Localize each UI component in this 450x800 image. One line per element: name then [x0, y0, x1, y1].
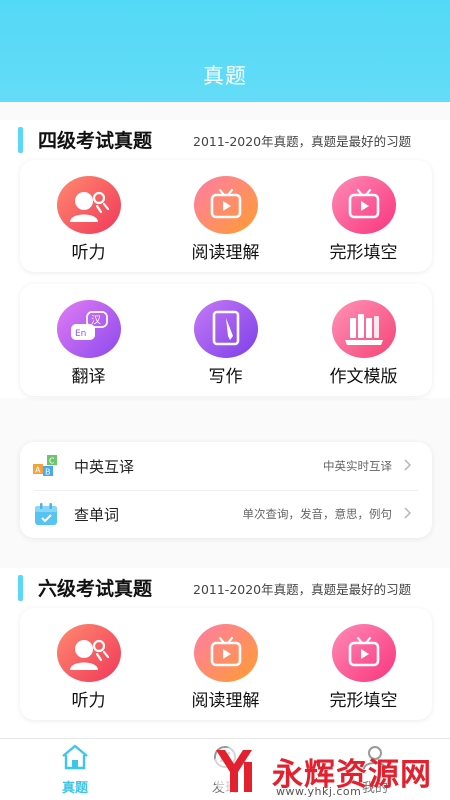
cet6-reading-tile[interactable]: 阅读理解 [157, 608, 294, 720]
tile-label: 作文模版 [329, 367, 398, 387]
cet4-section-title: 四级考试真题 [38, 130, 153, 152]
cet6-card-row1: 听力 阅读理解 完形填空 [20, 608, 432, 720]
cet6-listening-tile[interactable]: 听力 [20, 608, 157, 720]
cet4-translation-tile[interactable]: En 汉 翻译 [20, 284, 157, 396]
header-bar: 真题 [0, 0, 450, 104]
tv-play-icon [332, 624, 396, 682]
list-item-label: 中英互译 [74, 458, 135, 476]
cet4-listening-tile[interactable]: 听力 [20, 160, 157, 272]
watermark: 永辉资源网 www.yhkj.com [198, 742, 450, 800]
cet4-writing-tile[interactable]: 写作 [157, 284, 294, 396]
tab-label: 真题 [61, 781, 88, 796]
chevron-right-icon [400, 457, 416, 473]
tv-play-icon [194, 176, 258, 234]
bookshelf-icon [332, 300, 396, 358]
section-accent-bar [18, 575, 23, 601]
cet6-cloze-tile[interactable]: 完形填空 [295, 608, 432, 720]
tools-list: A B C 中英互译 中英实时互译 查单词 单次查询，发音，意思，例句 [20, 442, 432, 538]
watermark-url: www.yhkj.com [276, 785, 362, 798]
tab-exams[interactable]: 真题 [0, 739, 150, 800]
cet4-section: 四级考试真题 2011-2020年真题，真题是最好的习题 听力 阅读理解 完形填… [0, 120, 450, 398]
notebook-pen-icon [194, 300, 258, 358]
cet4-section-subtitle: 2011-2020年真题，真题是最好的习题 [193, 134, 412, 149]
svg-text:A: A [35, 466, 41, 475]
svg-text:En: En [75, 329, 86, 339]
list-item-desc: 中英实时互译 [323, 459, 392, 473]
cet4-cloze-tile[interactable]: 完形填空 [295, 160, 432, 272]
tile-label: 听力 [71, 691, 106, 711]
translate-bubble-icon: En 汉 [57, 300, 121, 358]
list-item-dictionary[interactable]: 查单词 单次查询，发音，意思，例句 [20, 490, 432, 538]
chevron-right-icon [400, 505, 416, 521]
list-item-desc: 单次查询，发音，意思，例句 [242, 507, 393, 521]
svg-text:B: B [45, 468, 51, 477]
page-title: 真题 [203, 64, 247, 88]
tile-label: 阅读理解 [191, 691, 260, 711]
list-item-label: 查单词 [74, 506, 120, 524]
tile-label: 翻译 [71, 367, 106, 387]
calendar-icon [32, 501, 60, 527]
tile-label: 听力 [71, 243, 106, 263]
cet6-section-subtitle: 2011-2020年真题，真题是最好的习题 [193, 582, 412, 597]
tile-label: 写作 [208, 367, 243, 387]
tile-label: 完形填空 [329, 243, 398, 263]
cet4-card-row2: En 汉 翻译 写作 作文模版 [20, 284, 432, 396]
cet6-section-title: 六级考试真题 [38, 578, 153, 600]
cet6-section-header: 六级考试真题 2011-2020年真题，真题是最好的习题 [0, 568, 450, 612]
list-item-translate[interactable]: A B C 中英互译 中英实时互译 [20, 442, 432, 490]
tv-play-icon [332, 176, 396, 234]
cet6-section: 六级考试真题 2011-2020年真题，真题是最好的习题 听力 阅读理解 完形填… [0, 568, 450, 742]
cet4-reading-tile[interactable]: 阅读理解 [157, 160, 294, 272]
svg-text:汉: 汉 [91, 315, 101, 327]
cet4-essay-template-tile[interactable]: 作文模版 [295, 284, 432, 396]
content-area: 四级考试真题 2011-2020年真题，真题是最好的习题 听力 阅读理解 完形填… [0, 102, 450, 742]
cet4-section-header: 四级考试真题 2011-2020年真题，真题是最好的习题 [0, 120, 450, 164]
tile-label: 阅读理解 [191, 243, 260, 263]
section-accent-bar [18, 127, 23, 153]
listening-head-icon [57, 176, 121, 234]
svg-text:C: C [49, 457, 55, 466]
tile-label: 完形填空 [329, 691, 398, 711]
listening-head-icon [57, 624, 121, 682]
home-icon [58, 743, 92, 771]
abc-blocks-icon: A B C [32, 453, 60, 479]
tv-play-icon [194, 624, 258, 682]
cet4-card-row1: 听力 阅读理解 完形填空 [20, 160, 432, 272]
